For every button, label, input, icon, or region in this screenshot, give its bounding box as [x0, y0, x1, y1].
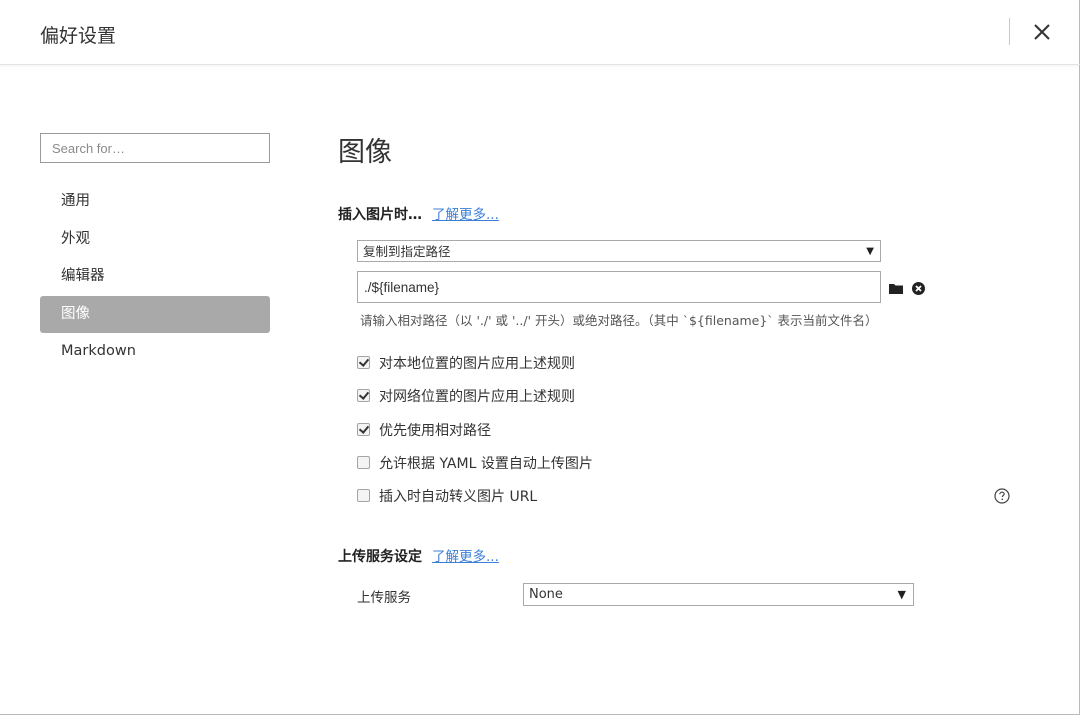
sidebar-item-appearance[interactable]: 外观 [40, 221, 270, 259]
insert-action-value: 复制到指定路径 [363, 244, 451, 259]
upload-service-heading-text: 上传服务设定 [338, 549, 422, 565]
option-prefer-relative[interactable]: 优先使用相对路径 [357, 421, 491, 441]
sidebar-item-markdown[interactable]: Markdown [40, 333, 270, 371]
caret-down-icon: ▼ [866, 246, 874, 257]
option-escape-url[interactable]: 插入时自动转义图片 URL [357, 487, 537, 507]
title-divider [1009, 18, 1010, 45]
window-title: 偏好设置 [40, 25, 117, 47]
folder-icon [889, 284, 903, 294]
insert-image-heading: 插入图片时… 了解更多... [338, 203, 499, 224]
learn-more-link[interactable]: 了解更多... [432, 549, 499, 565]
option-label: 对本地位置的图片应用上述规则 [379, 356, 575, 372]
checkbox-checked[interactable] [357, 356, 370, 369]
option-yaml-upload[interactable]: 允许根据 YAML 设置自动上传图片 [357, 454, 593, 474]
upload-service-label: 上传服务 [357, 590, 411, 606]
clear-path-button[interactable] [912, 280, 925, 299]
sidebar-item-image[interactable]: 图像 [40, 295, 270, 333]
option-label: 对网络位置的图片应用上述规则 [379, 389, 575, 405]
checkbox-unchecked[interactable] [357, 489, 370, 502]
option-label: 优先使用相对路径 [379, 423, 491, 439]
option-network-images[interactable]: 对网络位置的图片应用上述规则 [357, 387, 575, 407]
option-label: 插入时自动转义图片 URL [379, 489, 538, 505]
title-bar: 偏好设置 [0, 0, 1080, 65]
close-button[interactable] [1027, 17, 1057, 47]
page-title: 图像 [338, 137, 392, 168]
path-hint: 请输入相对路径（以 './' 或 '../' 开头）或绝对路径。（其中 `${f… [360, 313, 878, 328]
checkbox-unchecked[interactable] [357, 456, 370, 469]
caret-down-icon: ▼ [897, 588, 906, 601]
option-local-images[interactable]: 对本地位置的图片应用上述规则 [357, 354, 575, 374]
help-circle-icon[interactable] [994, 488, 1010, 508]
sidebar-item-editor[interactable]: 编辑器 [40, 258, 270, 296]
insert-action-select[interactable]: 复制到指定路径 ▼ [357, 240, 881, 262]
learn-more-link[interactable]: 了解更多... [432, 207, 499, 223]
checkbox-checked[interactable] [357, 423, 370, 436]
close-icon [1034, 24, 1050, 40]
sidebar-item-general[interactable]: 通用 [40, 183, 270, 221]
image-path-input[interactable] [357, 271, 881, 303]
upload-service-value: None [529, 587, 563, 602]
browse-folder-button[interactable] [889, 280, 904, 299]
upload-service-heading: 上传服务设定 了解更多... [338, 545, 499, 566]
preferences-window: 偏好设置 通用 外观 编辑器 图像 Markdown 图像 插入图片时… 了解更多… [0, 0, 1080, 715]
insert-image-heading-text: 插入图片时… [338, 207, 422, 223]
sidebar-nav: 通用 外观 编辑器 图像 Markdown [40, 183, 270, 371]
checkbox-checked[interactable] [357, 389, 370, 402]
search-input[interactable] [40, 133, 270, 163]
option-label: 允许根据 YAML 设置自动上传图片 [379, 456, 593, 472]
upload-service-select[interactable]: None ▼ [523, 583, 914, 606]
clear-circle-icon [912, 282, 925, 295]
